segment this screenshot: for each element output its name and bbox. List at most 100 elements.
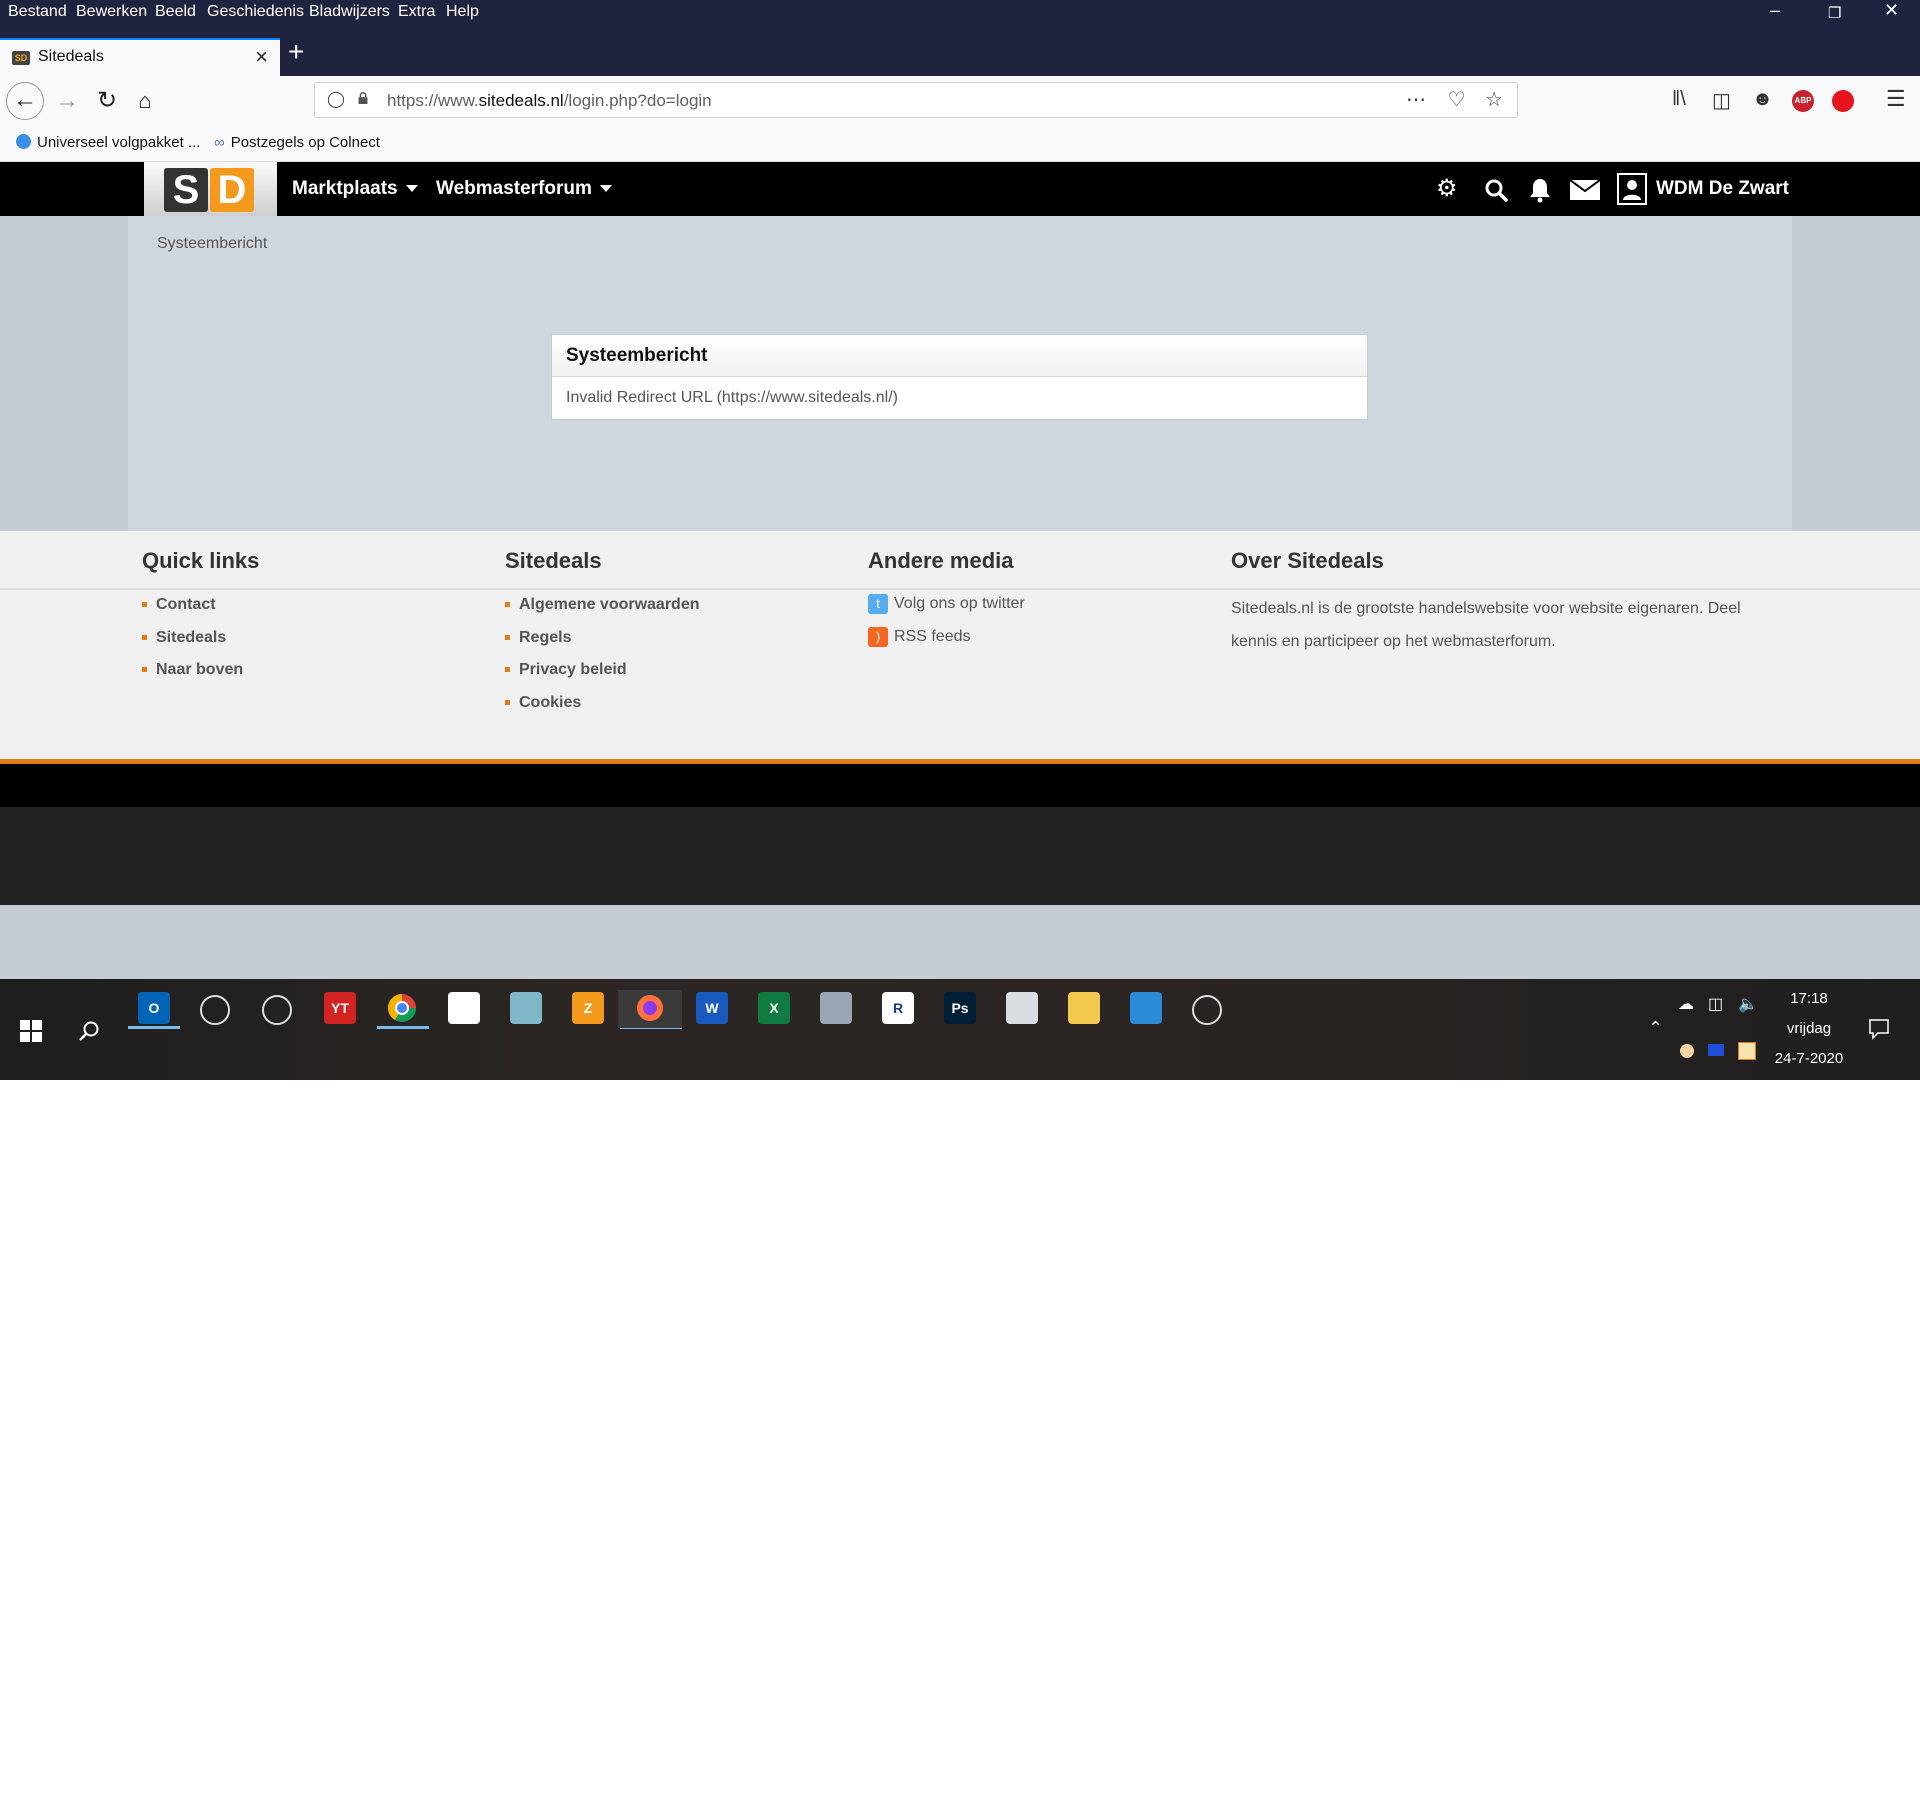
footer-divider [0,588,1920,590]
taskbar-app-icon[interactable] [820,992,852,1024]
bullet-icon [142,635,147,641]
pocket-icon[interactable]: ♡ [1448,89,1466,111]
bookmark-universeel[interactable]: Universeel volgpakket ... [16,134,200,151]
search-icon[interactable] [1484,178,1508,202]
tray-app-icon[interactable] [1680,1044,1694,1058]
tray-notes-icon[interactable] [1738,1042,1756,1060]
lock-icon[interactable] [357,92,369,104]
tracking-shield-icon[interactable]: ◯ [327,89,345,109]
adblock-icon[interactable]: ABP [1792,90,1814,112]
close-window-icon[interactable]: ✕ [1884,0,1899,21]
bookmark-star-icon[interactable]: ☆ [1485,89,1503,111]
url-bar[interactable]: ◯ https://www.sitedeals.nl/login.php?do=… [314,82,1518,118]
hamburger-menu-icon[interactable]: ☰ [1886,86,1906,112]
nav-label: Webmasterforum [436,178,592,199]
footer-link-privacy-beleid[interactable]: Privacy beleid [505,661,627,679]
menu-extra[interactable]: Extra [398,3,435,21]
gear-icon[interactable]: ⚙ [1436,174,1458,203]
sidebar-icon[interactable]: ◫ [1712,88,1731,113]
footer-link-algemene-voorwaarden[interactable]: Algemene voorwaarden [505,596,700,614]
sitedeals-logo[interactable]: S D [144,162,277,216]
menu-beeld[interactable]: Beeld [155,3,196,21]
taskbar-app-icon[interactable] [1006,992,1038,1024]
footer-link-contact[interactable]: Contact [142,596,216,614]
url-text[interactable]: https://www.sitedeals.nl/login.php?do=lo… [387,91,712,111]
taskbar-app-icon[interactable]: YT [324,992,356,1024]
windows-start-icon[interactable] [20,1020,42,1042]
taskbar-search-icon[interactable] [78,1020,100,1042]
clock-date[interactable]: 24-7-2020 [1764,1050,1854,1067]
restore-icon[interactable]: ❐ [1828,4,1841,22]
tab-title: Sitedeals [38,48,104,65]
home-icon[interactable]: ⌂ [126,82,164,120]
close-tab-icon[interactable]: × [255,44,268,70]
taskbar-app-icon[interactable] [1068,992,1100,1024]
menu-help[interactable]: Help [446,3,479,21]
mail-icon[interactable] [1570,180,1600,200]
volume-icon[interactable]: 🔈 [1738,994,1758,1014]
taskbar-app-icon[interactable]: X [758,992,790,1024]
library-icon[interactable]: ‖\ [1672,88,1686,111]
logo-letter-s: S [164,168,208,212]
footer-link-sitedeals[interactable]: Sitedeals [142,629,226,647]
nav-webmasterforum[interactable]: Webmasterforum [436,178,612,200]
bookmark-postzegels[interactable]: ∞ Postzegels op Colnect [214,134,380,151]
taskbar-app-icon[interactable] [1192,995,1222,1025]
clock-time[interactable]: 17:18 [1764,990,1854,1007]
new-tab-icon[interactable]: + [288,36,304,68]
taskbar-app-icon[interactable]: W [696,992,728,1024]
show-hidden-icons-chevron-icon[interactable]: ⌃ [1648,1018,1663,1039]
rss-icon: ) [868,627,888,647]
footer-heading-quick-links: Quick links [142,548,260,573]
menu-bladwijzers[interactable]: Bladwijzers [309,3,390,21]
opera-addon-icon[interactable] [1832,90,1854,112]
minimize-icon[interactable]: – [1770,0,1780,21]
reload-icon[interactable]: ↻ [88,82,126,120]
taskbar-app-icon[interactable] [1130,992,1162,1024]
message-text: Invalid Redirect URL (https://www.sitede… [566,389,898,406]
footer-link-naar-boven[interactable]: Naar boven [142,661,243,679]
footer-link-regels[interactable]: Regels [505,629,571,647]
link-label: Volg ons op twitter [894,595,1025,613]
bullet-icon [142,667,147,673]
nav-marktplaats[interactable]: Marktplaats [292,178,418,200]
action-center-icon[interactable] [1868,1018,1890,1040]
clock-day[interactable]: vrijdag [1764,1020,1854,1037]
onedrive-icon[interactable]: ☁ [1678,994,1694,1014]
taskbar-app-icon[interactable]: R [882,992,914,1024]
taskbar-app-icon[interactable] [448,992,480,1024]
taskbar-app-icon[interactable]: Ps [944,992,976,1024]
taskbar-app-icon[interactable]: O [138,992,170,1024]
link-label: Privacy beleid [519,661,627,678]
link-label: RSS feeds [894,628,971,646]
tray-m-icon[interactable] [1708,1044,1724,1056]
footer-black-bar [0,764,1920,807]
user-avatar-icon[interactable] [1617,173,1647,205]
footer-link-cookies[interactable]: Cookies [505,694,581,712]
taskbar-app-icon[interactable] [262,995,292,1025]
chrome-taskbar-icon[interactable] [384,990,420,1026]
taskbar-app-icon[interactable] [200,995,230,1025]
menu-bewerken[interactable]: Bewerken [76,3,147,21]
link-label: Cookies [519,694,582,711]
footer-heading-over-sitedeals: Over Sitedeals [1231,548,1384,573]
tab-sitedeals[interactable]: SD Sitedeals × [0,38,280,76]
account-icon[interactable]: ☻ [1752,88,1773,111]
active-app-indicator [128,1026,180,1029]
user-name[interactable]: WDM De Zwart [1656,178,1789,200]
caret-down-icon [405,185,418,193]
page-actions-icon[interactable]: ⋯ [1406,89,1426,111]
nav-label: Marktplaats [292,178,398,199]
menu-geschiedenis[interactable]: Geschiedenis [207,3,304,21]
menu-bestand[interactable]: Bestand [8,3,67,21]
bell-icon[interactable] [1528,177,1552,203]
back-icon[interactable]: ← [6,82,44,120]
caret-down-icon [599,185,612,193]
footer-link-rss[interactable]: ) RSS feeds [868,627,970,647]
forward-icon[interactable]: → [48,82,86,120]
footer-link-twitter[interactable]: t Volg ons op twitter [868,594,1025,614]
network-icon[interactable]: ◫ [1708,994,1723,1014]
taskbar-app-icon[interactable] [510,992,542,1024]
taskbar-app-icon[interactable]: Z [572,992,604,1024]
firefox-taskbar-icon[interactable] [618,990,682,1028]
